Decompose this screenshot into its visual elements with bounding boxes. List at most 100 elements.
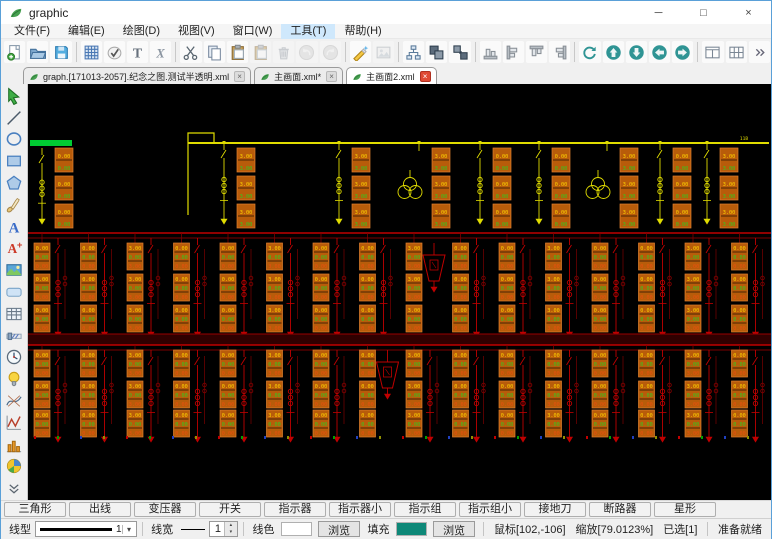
apply-check-icon[interactable] [104,41,125,63]
select-tool[interactable] [2,85,26,107]
move-down-icon[interactable] [626,41,647,63]
spinner-buttons[interactable]: ▴▾ [224,522,237,536]
new-file-icon[interactable] [4,41,25,63]
line-color-swatch[interactable] [281,522,311,536]
svg-text:0.00: 0.00 [501,362,514,368]
move-up-icon[interactable] [603,41,624,63]
indicator-group-small-button[interactable]: 指示组小 [459,502,521,517]
menu-draw[interactable]: 绘图(D) [114,24,169,39]
line-chart-tool[interactable] [2,412,26,434]
clock-tool[interactable] [2,347,26,369]
line-width-spinner[interactable]: 1 ▴▾ [209,521,238,537]
rectangle-tool[interactable] [2,150,26,172]
tab-graph-171013[interactable]: graph.[171013-2057].纪念之图.测试半透明.xml× [23,67,251,84]
schematic-canvas[interactable]: 11B0.000.000.000.000.000.003.003.003.003… [28,84,771,500]
maximize-button[interactable]: □ [681,1,726,24]
svg-text:0.00: 0.00 [361,286,374,292]
outgoing-line-button[interactable]: 出线 [69,502,131,517]
close-button[interactable]: × [726,1,771,24]
minimize-button[interactable]: ─ [636,1,681,24]
svg-text:3.00: 3.00 [129,402,142,408]
group-icon[interactable] [426,41,447,63]
indicator-group-button[interactable]: 指示组 [394,502,456,517]
menu-view[interactable]: 视图(V) [169,24,224,39]
copy-icon[interactable] [204,41,225,63]
menu-window[interactable]: 窗口(W) [224,24,282,39]
menu-file[interactable]: 文件(F) [5,24,59,39]
svg-text:0.00: 0.00 [222,393,235,399]
text-icon[interactable]: T [127,41,148,63]
star-button[interactable]: 星形 [654,502,716,517]
tab-close-icon[interactable]: × [326,71,337,82]
cut-icon[interactable] [180,41,201,63]
svg-text:3.00: 3.00 [687,326,700,332]
ungroup-icon[interactable] [449,41,470,63]
svg-text:0.00: 0.00 [222,353,235,359]
button-tool[interactable] [2,281,26,303]
align-top-icon[interactable] [526,41,547,63]
image-tool[interactable] [2,259,26,281]
text-plus-tool[interactable]: A+ [2,238,26,260]
move-right-icon[interactable] [672,41,693,63]
menu-help[interactable]: 帮助(H) [335,24,390,39]
svg-text:3.00: 3.00 [268,384,281,390]
spin-down-icon[interactable]: ▾ [225,529,237,536]
align-left-icon[interactable] [503,41,524,63]
svg-text:0.00: 0.00 [594,353,607,359]
svg-text:0.00: 0.00 [315,431,328,437]
svg-text:0.00: 0.00 [36,353,49,359]
svg-text:0.00: 0.00 [82,384,95,390]
line-tool[interactable] [2,107,26,129]
edit-properties-icon[interactable] [350,41,371,63]
svg-text:0.00: 0.00 [733,295,746,301]
svg-text:0.00: 0.00 [82,317,95,323]
svg-text:0.00: 0.00 [268,362,281,368]
more-tools[interactable] [2,477,26,499]
tab-main-view-2[interactable]: 主画面2.xml× [346,67,437,84]
line-type-select[interactable]: 1 ▾ [35,521,137,537]
cascade-windows-icon[interactable] [726,41,747,63]
align-right-icon[interactable] [549,41,570,63]
polygon-tool[interactable] [2,172,26,194]
grid-icon[interactable] [81,41,102,63]
indicator-small-button[interactable]: 指示器小 [329,502,391,517]
menu-tools[interactable]: 工具(T) [281,24,335,39]
refresh-icon[interactable] [579,41,600,63]
move-left-icon[interactable] [649,41,670,63]
indicator-button[interactable]: 指示器 [264,502,326,517]
more-toolbar-icon[interactable] [749,41,770,63]
paste-icon[interactable] [227,41,248,63]
text-tool[interactable]: A [2,216,26,238]
bulb-tool[interactable] [2,368,26,390]
open-file-icon[interactable] [27,41,48,63]
transformer-button[interactable]: 变压器 [134,502,196,517]
tab-main-view[interactable]: 主画面.xml*× [254,67,343,84]
table-tool[interactable] [2,303,26,325]
bar-chart-tool[interactable] [2,434,26,456]
svg-text:0.00: 0.00 [594,402,607,408]
triangle-button[interactable]: 三角形 [4,502,66,517]
align-bottom-icon[interactable] [480,41,501,63]
ellipse-tool[interactable] [2,129,26,151]
switch-button[interactable]: 开关 [199,502,261,517]
tab-close-icon[interactable]: × [234,71,245,82]
ground-knife-button[interactable]: 接地刀 [524,502,586,517]
tab-close-icon[interactable]: × [420,71,431,82]
curve-chart-tool[interactable] [2,390,26,412]
spin-up-icon[interactable]: ▴ [225,522,237,529]
breaker-button[interactable]: 断路器 [589,502,651,517]
fill-browse-button[interactable]: 浏览 [433,521,476,537]
svg-text:3.00: 3.00 [547,295,560,301]
slider-tool[interactable] [2,325,26,347]
line-color-browse-button[interactable]: 浏览 [318,521,361,537]
pie-chart-tool[interactable] [2,456,26,478]
hierarchy-icon[interactable] [403,41,424,63]
fill-color-swatch[interactable] [396,522,426,536]
svg-text:0.00: 0.00 [594,286,607,292]
delete-text-icon[interactable]: X [150,41,171,63]
tile-windows-icon[interactable] [702,41,723,63]
svg-text:0.00: 0.00 [640,308,653,314]
save-file-icon[interactable] [50,41,71,63]
menu-edit[interactable]: 编辑(E) [59,24,114,39]
shuttlecock-tool[interactable] [2,194,26,216]
